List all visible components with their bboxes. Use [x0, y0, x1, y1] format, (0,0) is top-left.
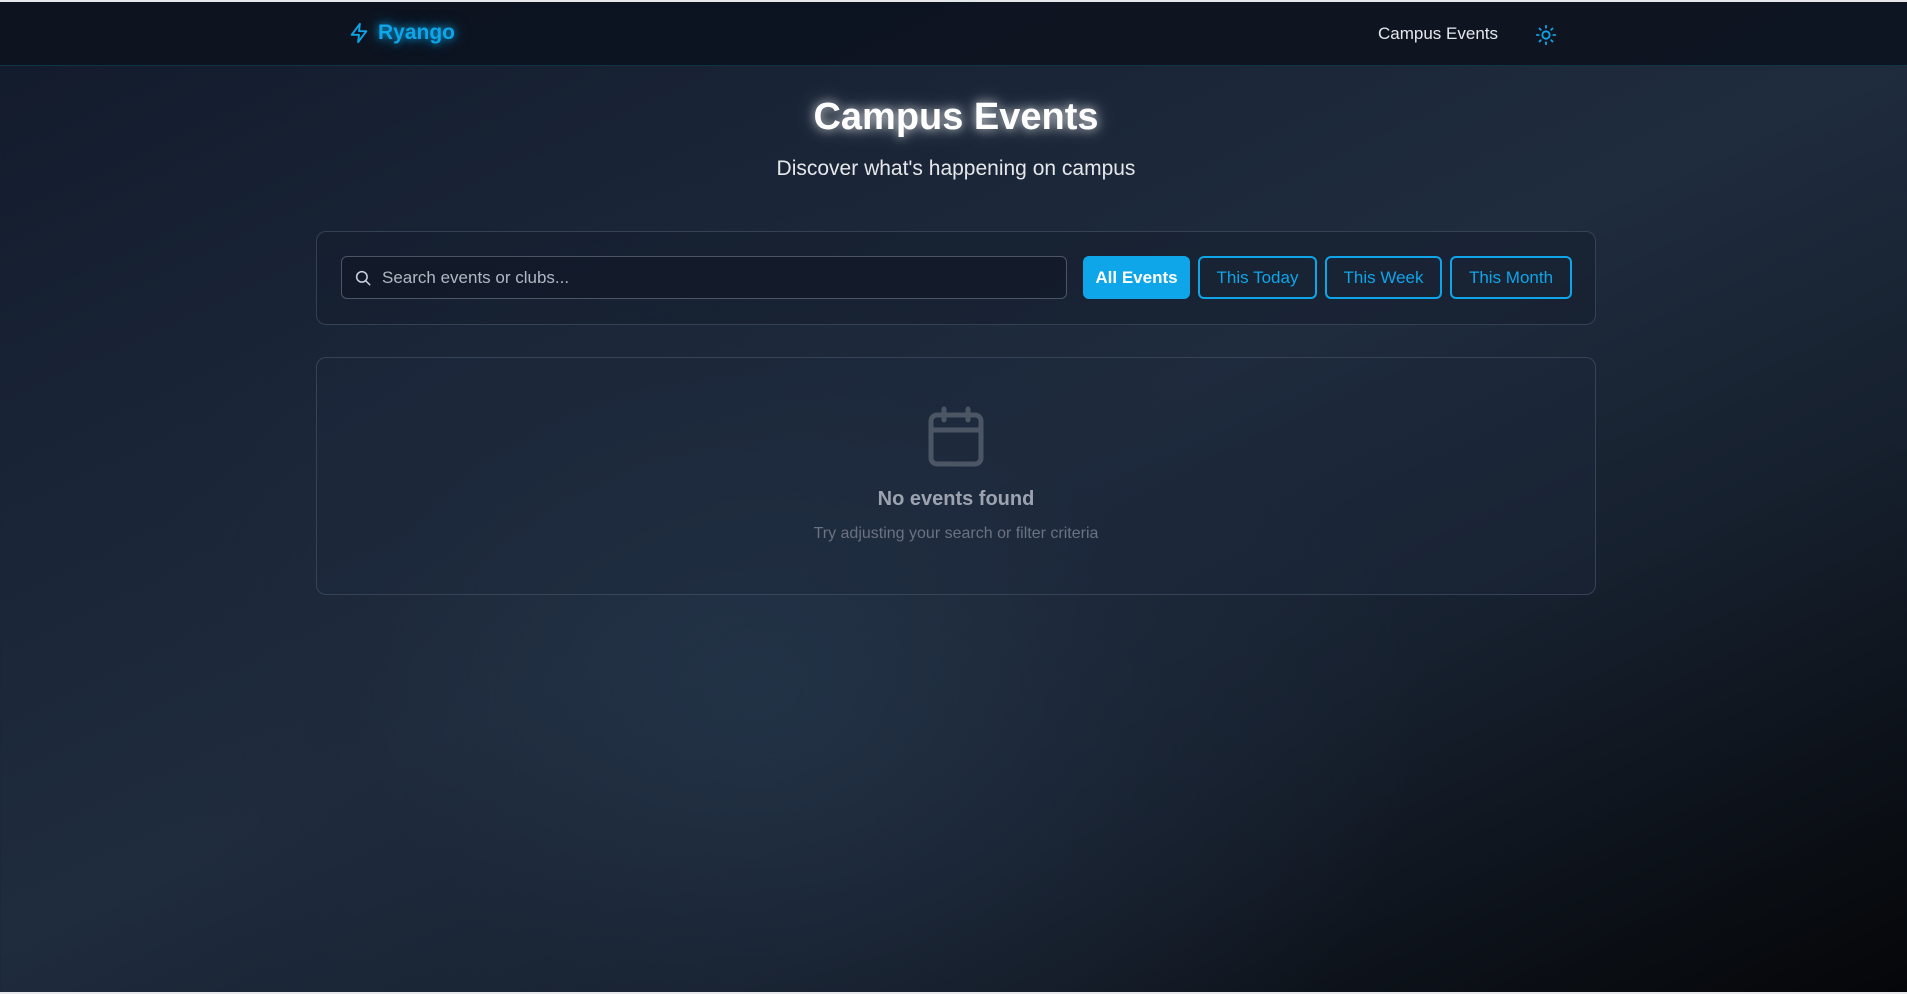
search-icon: [355, 270, 371, 286]
navbar: Ryango Campus Events: [0, 2, 1907, 66]
empty-state-card: No events found Try adjusting your searc…: [316, 357, 1596, 595]
filter-this-week-button[interactable]: This Week: [1325, 256, 1442, 299]
filter-this-month-button[interactable]: This Month: [1450, 256, 1572, 299]
filter-panel: All Events This Today This Week This Mon…: [316, 231, 1596, 325]
filter-this-today-button[interactable]: This Today: [1198, 256, 1317, 299]
calendar-icon: [928, 406, 984, 467]
theme-toggle-button[interactable]: [1535, 24, 1557, 46]
filter-all-events-button[interactable]: All Events: [1083, 256, 1190, 299]
sun-icon: [1535, 24, 1557, 46]
empty-state-description: Try adjusting your search or filter crit…: [813, 525, 1099, 542]
nav-link-campus-events[interactable]: Campus Events: [1378, 24, 1498, 44]
page-subtitle: Discover what's happening on campus: [776, 157, 1136, 180]
search-input[interactable]: [382, 257, 1052, 298]
page-title: Campus Events: [813, 96, 1099, 138]
search-box[interactable]: [341, 256, 1067, 299]
brand-logo[interactable]: Ryango: [348, 20, 455, 46]
empty-state-title: No events found: [877, 488, 1035, 510]
lightning-bolt-icon: [350, 22, 368, 44]
brand-name: Ryango: [378, 21, 456, 44]
